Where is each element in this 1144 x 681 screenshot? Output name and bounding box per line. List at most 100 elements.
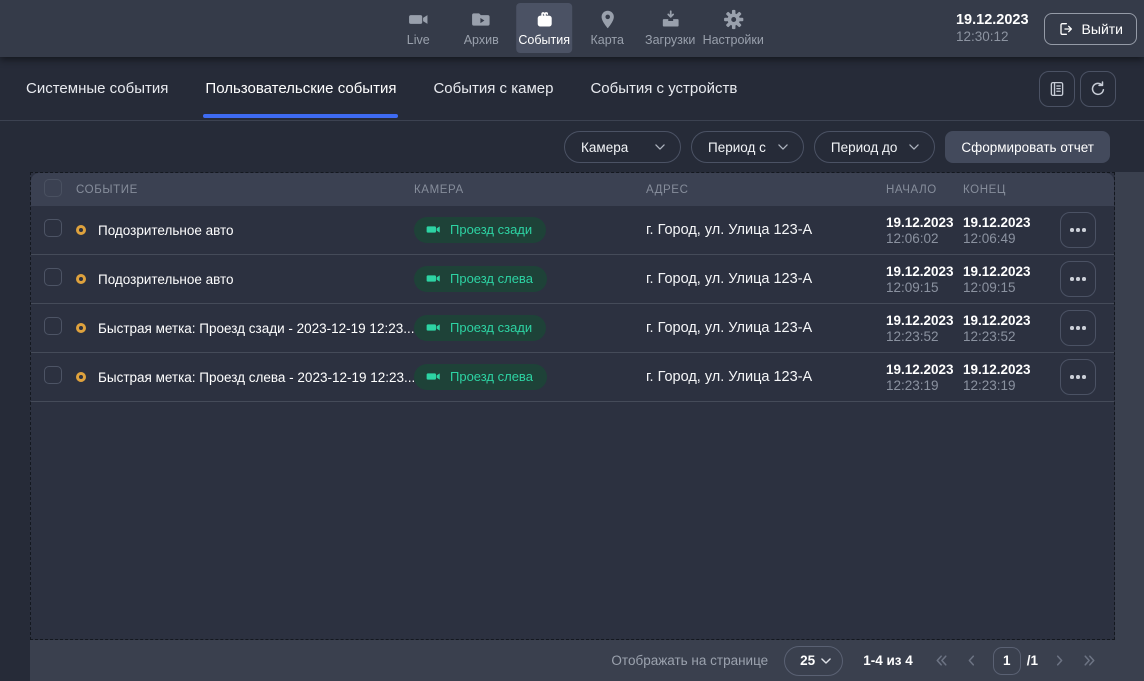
tab-label: События с камер <box>433 80 553 97</box>
filter-toolbar: Камера Период с Период до Сформировать о… <box>30 131 1110 163</box>
current-page-box[interactable]: 1 <box>993 647 1021 675</box>
column-header-end: КОНЕЦ <box>963 184 1060 196</box>
ellipsis-icon <box>1070 228 1074 232</box>
camera-badge-label: Проезд слева <box>450 369 533 384</box>
camera-badge-label: Проезд сзади <box>450 222 532 237</box>
events-table: СОБЫТИЕ КАМЕРА АДРЕС НАЧАЛО КОНЕЦ Подозр… <box>30 172 1115 640</box>
first-page-button[interactable] <box>933 652 950 669</box>
row-actions-button[interactable] <box>1060 359 1096 395</box>
filter-dropdown[interactable]: Период до <box>814 131 936 163</box>
event-name: Быстрая метка: Проезд сзади - 2023-12-19… <box>98 321 414 336</box>
filter-dropdown-label: Камера <box>581 140 628 155</box>
map-pin-icon <box>597 9 618 30</box>
last-page-button[interactable] <box>1081 652 1098 669</box>
nav-item-events[interactable]: События <box>516 3 572 53</box>
main-navigation: Live Архив События Карта Загрузки Настро… <box>390 3 761 53</box>
chevrons-left-icon <box>933 652 950 669</box>
events-table-zone: СОБЫТИЕ КАМЕРА АДРЕС НАЧАЛО КОНЕЦ Подозр… <box>30 172 1144 640</box>
table-row: Подозрительное авто Проезд сзади г. Горо… <box>31 206 1114 255</box>
row-checkbox[interactable] <box>44 317 62 335</box>
row-checkbox[interactable] <box>44 268 62 286</box>
camera-badge-label: Проезд слева <box>450 271 533 286</box>
column-header-event: СОБЫТИЕ <box>76 184 414 196</box>
chevrons-right-icon <box>1081 652 1098 669</box>
chevron-right-icon <box>1051 652 1068 669</box>
tab-user-events[interactable]: Пользовательские события <box>203 57 398 120</box>
event-name: Подозрительное авто <box>98 223 234 238</box>
row-actions-button[interactable] <box>1060 261 1096 297</box>
row-checkbox[interactable] <box>44 366 62 384</box>
video-camera-icon <box>426 320 441 335</box>
nav-item-settings[interactable]: Настройки <box>705 3 761 53</box>
camera-badge[interactable]: Проезд сзади <box>414 315 546 341</box>
tabs-bar: Системные события Пользовательские событ… <box>0 57 1144 121</box>
refresh-icon <box>1089 80 1107 98</box>
camera-badge[interactable]: Проезд сзади <box>414 217 546 243</box>
prev-page-button[interactable] <box>963 652 980 669</box>
tab-label: Системные события <box>26 80 168 97</box>
camera-badge[interactable]: Проезд слева <box>414 266 547 292</box>
nav-item-label: Архив <box>464 33 499 47</box>
ellipsis-icon <box>1070 277 1074 281</box>
per-page-value: 25 <box>800 653 815 668</box>
tab-system-events[interactable]: Системные события <box>24 57 170 120</box>
archive-folder-icon <box>471 9 492 30</box>
per-page-select[interactable]: 25 <box>784 646 843 676</box>
video-camera-icon <box>426 369 441 384</box>
row-checkbox[interactable] <box>44 219 62 237</box>
generate-report-button[interactable]: Сформировать отчет <box>945 131 1110 163</box>
select-all-checkbox[interactable] <box>44 179 62 197</box>
scrollbar-track[interactable] <box>1115 172 1144 640</box>
event-status-icon <box>76 323 86 333</box>
nav-item-label: События <box>518 33 570 47</box>
results-range: 1-4 из 4 <box>863 653 913 668</box>
logout-label: Выйти <box>1082 21 1123 37</box>
camera-badge-label: Проезд сзади <box>450 320 532 335</box>
ellipsis-icon <box>1070 375 1074 379</box>
column-header-camera: КАМЕРА <box>414 184 646 196</box>
pagination-footer: Отображать на странице 25 1-4 из 4 1 /1 <box>30 640 1144 681</box>
events-calendar-icon <box>534 9 555 30</box>
nav-item-label: Карта <box>590 33 623 47</box>
chevron-down-icon <box>776 140 790 154</box>
camera-badge[interactable]: Проезд слева <box>414 364 547 390</box>
column-header-address: АДРЕС <box>646 184 886 196</box>
end-datetime: 19.12.2023 12:23:52 <box>963 313 1060 344</box>
refresh-button[interactable] <box>1080 71 1116 107</box>
video-camera-icon <box>426 222 441 237</box>
start-datetime: 19.12.2023 12:09:15 <box>886 264 963 295</box>
nav-item-label: Настройки <box>703 33 764 47</box>
end-datetime: 19.12.2023 12:23:19 <box>963 362 1060 393</box>
chevron-down-icon <box>819 654 833 668</box>
per-page-label: Отображать на странице <box>611 653 768 668</box>
table-header: СОБЫТИЕ КАМЕРА АДРЕС НАЧАЛО КОНЕЦ <box>31 173 1114 206</box>
event-status-icon <box>76 274 86 284</box>
next-page-button[interactable] <box>1051 652 1068 669</box>
tab-label: События с устройств <box>590 80 737 97</box>
address: г. Город, ул. Улица 123-А <box>646 271 886 287</box>
event-name: Подозрительное авто <box>98 272 234 287</box>
row-actions-button[interactable] <box>1060 212 1096 248</box>
nav-item-downloads[interactable]: Загрузки <box>642 3 698 53</box>
logout-icon <box>1058 21 1074 37</box>
nav-item-live[interactable]: Live <box>390 3 446 53</box>
gear-icon <box>723 9 744 30</box>
video-camera-icon <box>408 9 429 30</box>
event-status-icon <box>76 372 86 382</box>
filter-dropdown-label: Период с <box>708 140 766 155</box>
logout-button[interactable]: Выйти <box>1044 13 1137 45</box>
filter-dropdown[interactable]: Камера <box>564 131 681 163</box>
journal-icon <box>1048 80 1066 98</box>
download-tray-icon <box>660 9 681 30</box>
start-datetime: 19.12.2023 12:06:02 <box>886 215 963 246</box>
filter-dropdown[interactable]: Период с <box>691 131 804 163</box>
tab-device-events[interactable]: События с устройств <box>588 57 739 120</box>
nav-item-archive[interactable]: Архив <box>453 3 509 53</box>
row-actions-button[interactable] <box>1060 310 1096 346</box>
chevron-down-icon <box>653 140 667 154</box>
nav-item-label: Live <box>407 33 430 47</box>
nav-item-map[interactable]: Карта <box>579 3 635 53</box>
journal-button[interactable] <box>1039 71 1075 107</box>
filter-dropdown-label: Период до <box>831 140 898 155</box>
tab-camera-events[interactable]: События с камер <box>431 57 555 120</box>
